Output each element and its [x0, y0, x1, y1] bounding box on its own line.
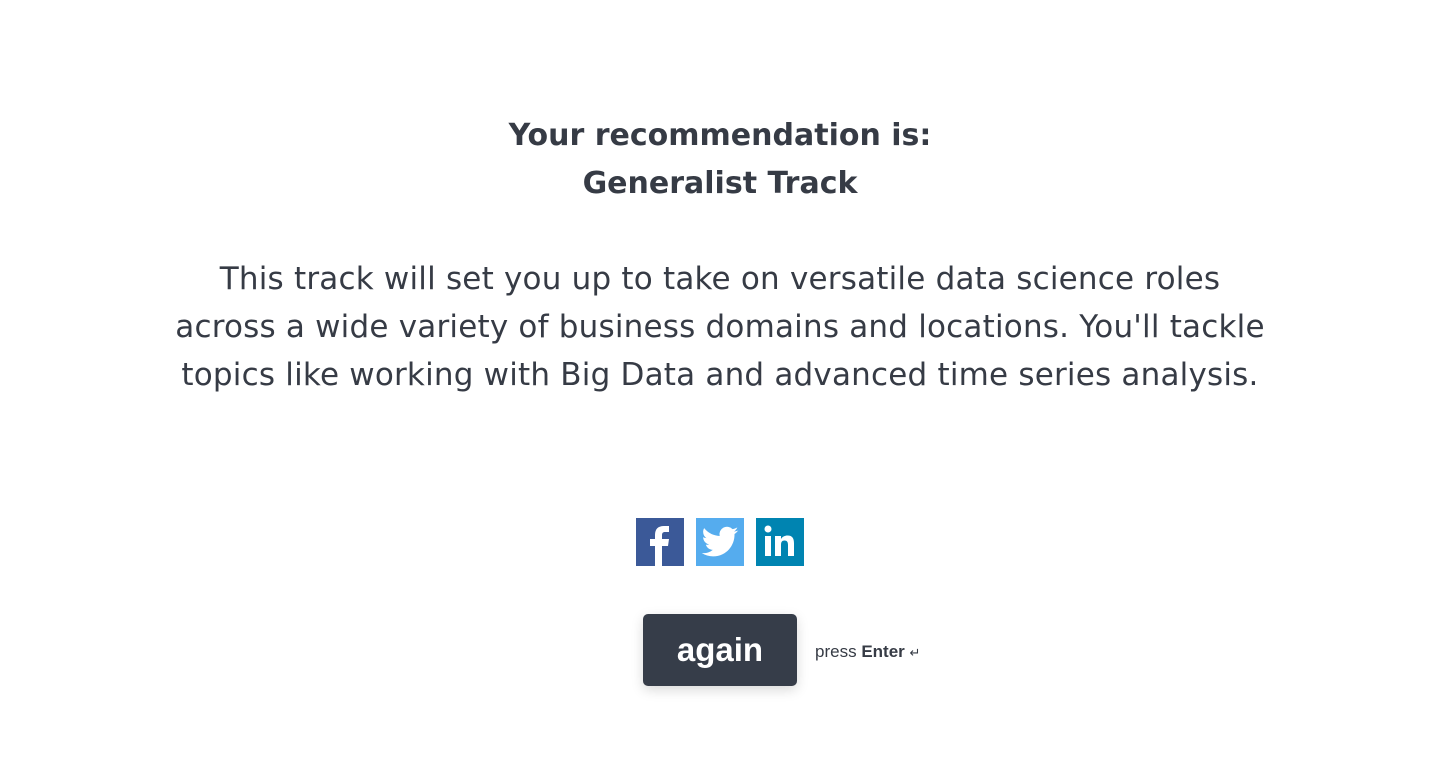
share-buttons: [636, 518, 804, 566]
press-enter-hint: press Enter ↵: [815, 642, 920, 662]
facebook-share-button[interactable]: [636, 518, 684, 566]
again-button[interactable]: again: [643, 614, 797, 686]
hint-key: Enter: [861, 642, 905, 661]
twitter-share-button[interactable]: [696, 518, 744, 566]
facebook-icon: [650, 526, 669, 566]
linkedin-icon: [764, 525, 794, 556]
twitter-icon: [701, 526, 739, 557]
result-heading: Your recommendation is:: [508, 118, 932, 153]
hint-prefix: press: [815, 642, 857, 661]
track-description: This track will set you up to take on ve…: [175, 261, 1265, 393]
linkedin-share-button[interactable]: [756, 518, 804, 566]
result-track: Generalist Track: [582, 166, 858, 201]
enter-icon: ↵: [909, 645, 921, 660]
result-title: Your recommendation is: Generalist Track: [0, 112, 1440, 208]
